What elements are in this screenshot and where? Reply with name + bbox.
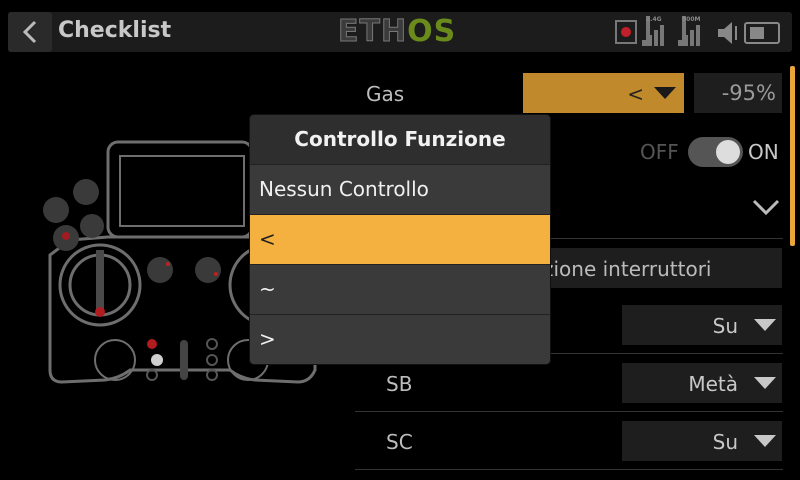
switch-sa-select[interactable]: Su: [622, 305, 782, 345]
divider: [355, 469, 783, 470]
switch-position-button[interactable]: zione interruttori: [527, 248, 782, 288]
popup-option-greater-than[interactable]: >: [250, 315, 550, 364]
chevron-left-icon: [22, 20, 37, 44]
top-bar: Checklist ETHOS 2.4G 900M: [0, 0, 800, 62]
divider: [355, 411, 783, 412]
signal-2-4g-icon: 2.4G: [642, 16, 670, 46]
switch-sb-label: SB: [386, 372, 413, 396]
toggle-off-label: OFF: [640, 140, 679, 164]
popup-option-no-control[interactable]: Nessun Controllo: [250, 165, 550, 214]
gas-condition-value: <: [627, 82, 644, 106]
caret-down-icon: [754, 377, 776, 389]
switch-sc-label: SC: [386, 430, 413, 454]
speaker-icon: [718, 22, 737, 44]
caret-down-icon: [754, 435, 776, 447]
popup-option-less-than[interactable]: <: [250, 215, 550, 264]
record-icon: [615, 20, 637, 44]
switch-position-label: zione interruttori: [543, 257, 712, 281]
caret-down-icon: [754, 319, 776, 331]
chevron-down-icon[interactable]: [752, 198, 780, 216]
switch-sc-select[interactable]: Su: [622, 421, 782, 461]
switch-sb-select[interactable]: Metà: [622, 363, 782, 403]
popup-option-approx[interactable]: ~: [250, 265, 550, 314]
gas-condition-select[interactable]: <: [523, 73, 684, 113]
page-title: Checklist: [58, 18, 172, 43]
toggle-knob[interactable]: [716, 140, 740, 164]
gas-value-field[interactable]: -95%: [694, 73, 782, 113]
switch-sa-value: Su: [712, 314, 738, 338]
scrollbar[interactable]: [790, 66, 795, 246]
popup-title: Controllo Funzione: [250, 115, 550, 164]
gas-value-text: -95%: [721, 81, 776, 105]
switch-sc-value: Su: [712, 430, 738, 454]
toggle-on-label: ON: [748, 140, 779, 164]
signal-900m-icon: 900M: [678, 16, 706, 46]
gas-label: Gas: [366, 82, 405, 106]
ethos-logo: ETHOS: [337, 14, 457, 50]
function-control-popup: Controllo Funzione Nessun Controllo < ~ …: [250, 115, 550, 364]
back-button[interactable]: [8, 12, 52, 52]
switch-sb-value: Metà: [688, 372, 738, 396]
battery-icon: [744, 22, 780, 44]
caret-down-icon: [654, 87, 676, 99]
